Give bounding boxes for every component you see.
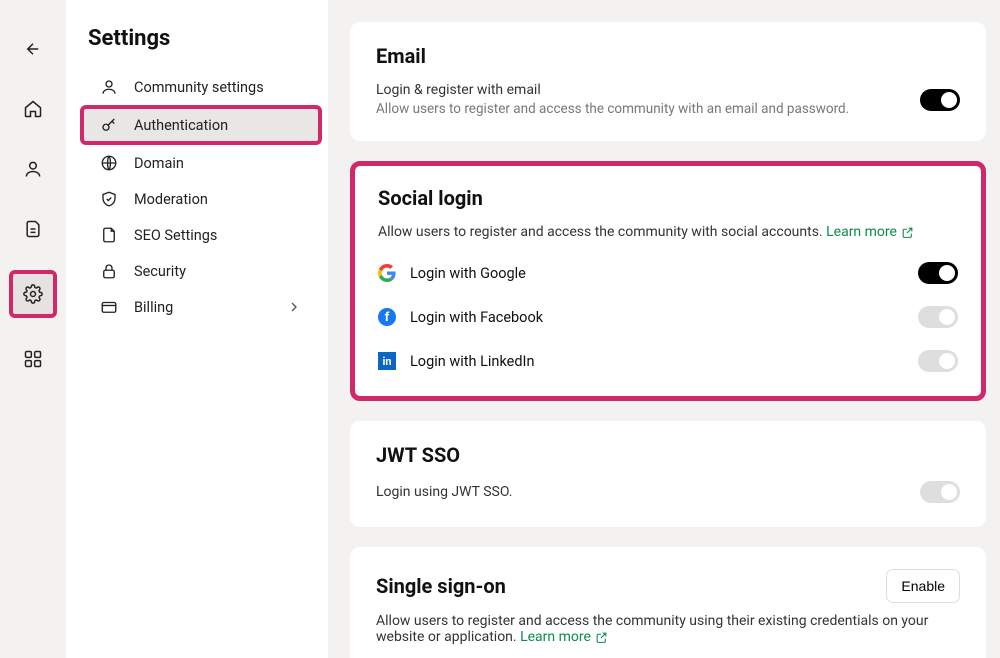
email-card: Email Login & register with email Allow …: [350, 22, 986, 141]
card-icon: [100, 298, 118, 316]
main-content: Email Login & register with email Allow …: [328, 0, 1000, 658]
nav-home[interactable]: [14, 90, 52, 128]
globe-icon: [100, 154, 118, 172]
nav-settings[interactable]: [9, 270, 57, 318]
social-login-card: Social login Allow users to register and…: [350, 161, 986, 401]
key-icon: [100, 116, 118, 134]
nav-content[interactable]: [14, 210, 52, 248]
nav-members[interactable]: [14, 150, 52, 188]
shield-icon: [100, 190, 118, 208]
email-toggle[interactable]: [920, 89, 960, 111]
email-desc: Allow users to register and access the c…: [376, 101, 849, 117]
email-title: Login & register with email: [376, 82, 849, 98]
email-heading: Email: [376, 44, 960, 68]
page-icon: [100, 226, 118, 244]
jwt-desc: Login using JWT SSO.: [376, 484, 512, 500]
person-icon: [100, 78, 118, 96]
home-icon: [23, 99, 43, 119]
sso-heading: Single sign-on: [376, 574, 506, 598]
linkedin-toggle[interactable]: [918, 350, 958, 372]
sso-enable-button[interactable]: Enable: [886, 569, 960, 603]
social-heading: Social login: [378, 186, 958, 210]
sidebar-item-label: SEO Settings: [134, 227, 217, 244]
sidebar-item-label: Security: [134, 263, 186, 280]
document-icon: [23, 219, 43, 239]
sidebar-item-label: Community settings: [134, 79, 264, 96]
sidebar-item-label: Billing: [134, 299, 173, 316]
sso-card: Single sign-on Enable Allow users to reg…: [350, 547, 986, 658]
sidebar-item-domain[interactable]: Domain: [88, 145, 314, 181]
chevron-right-icon: [286, 299, 302, 315]
google-toggle[interactable]: [918, 262, 958, 284]
apps-icon: [23, 349, 43, 369]
nav-apps[interactable]: [14, 340, 52, 378]
arrow-left-icon: [24, 40, 42, 58]
sidebar-item-seo-settings[interactable]: SEO Settings: [88, 217, 314, 253]
sidebar-item-label: Domain: [134, 155, 184, 172]
sidebar-item-security[interactable]: Security: [88, 253, 314, 289]
external-link-icon: [901, 226, 914, 239]
facebook-icon: f: [378, 308, 396, 326]
sidebar-item-community-settings[interactable]: Community settings: [88, 69, 314, 105]
sidebar-item-label: Moderation: [134, 191, 208, 208]
lock-icon: [100, 262, 118, 280]
sso-desc: Allow users to register and access the c…: [376, 613, 960, 645]
google-label: Login with Google: [410, 265, 526, 282]
external-link-icon: [595, 631, 608, 644]
facebook-toggle[interactable]: [918, 306, 958, 328]
sidebar-item-billing[interactable]: Billing: [88, 289, 314, 325]
settings-sidebar: Settings Community settings Authenticati…: [66, 0, 328, 658]
sso-learn-more-link[interactable]: Learn more: [520, 629, 608, 645]
jwt-toggle[interactable]: [920, 481, 960, 503]
linkedin-label: Login with LinkedIn: [410, 353, 534, 370]
facebook-label: Login with Facebook: [410, 309, 543, 326]
social-desc: Allow users to register and access the c…: [378, 224, 958, 240]
linkedin-icon: in: [378, 352, 396, 370]
social-learn-more-link[interactable]: Learn more: [826, 224, 914, 240]
person-icon: [23, 159, 43, 179]
jwt-sso-card: JWT SSO Login using JWT SSO.: [350, 421, 986, 527]
sidebar-title: Settings: [88, 26, 314, 51]
icon-rail: [0, 0, 66, 658]
sidebar-item-moderation[interactable]: Moderation: [88, 181, 314, 217]
google-icon: [378, 264, 396, 282]
gear-icon: [23, 284, 43, 304]
sidebar-item-label: Authentication: [134, 117, 228, 134]
back-button[interactable]: [14, 30, 52, 68]
jwt-heading: JWT SSO: [376, 443, 960, 467]
sidebar-item-authentication[interactable]: Authentication: [80, 105, 322, 145]
